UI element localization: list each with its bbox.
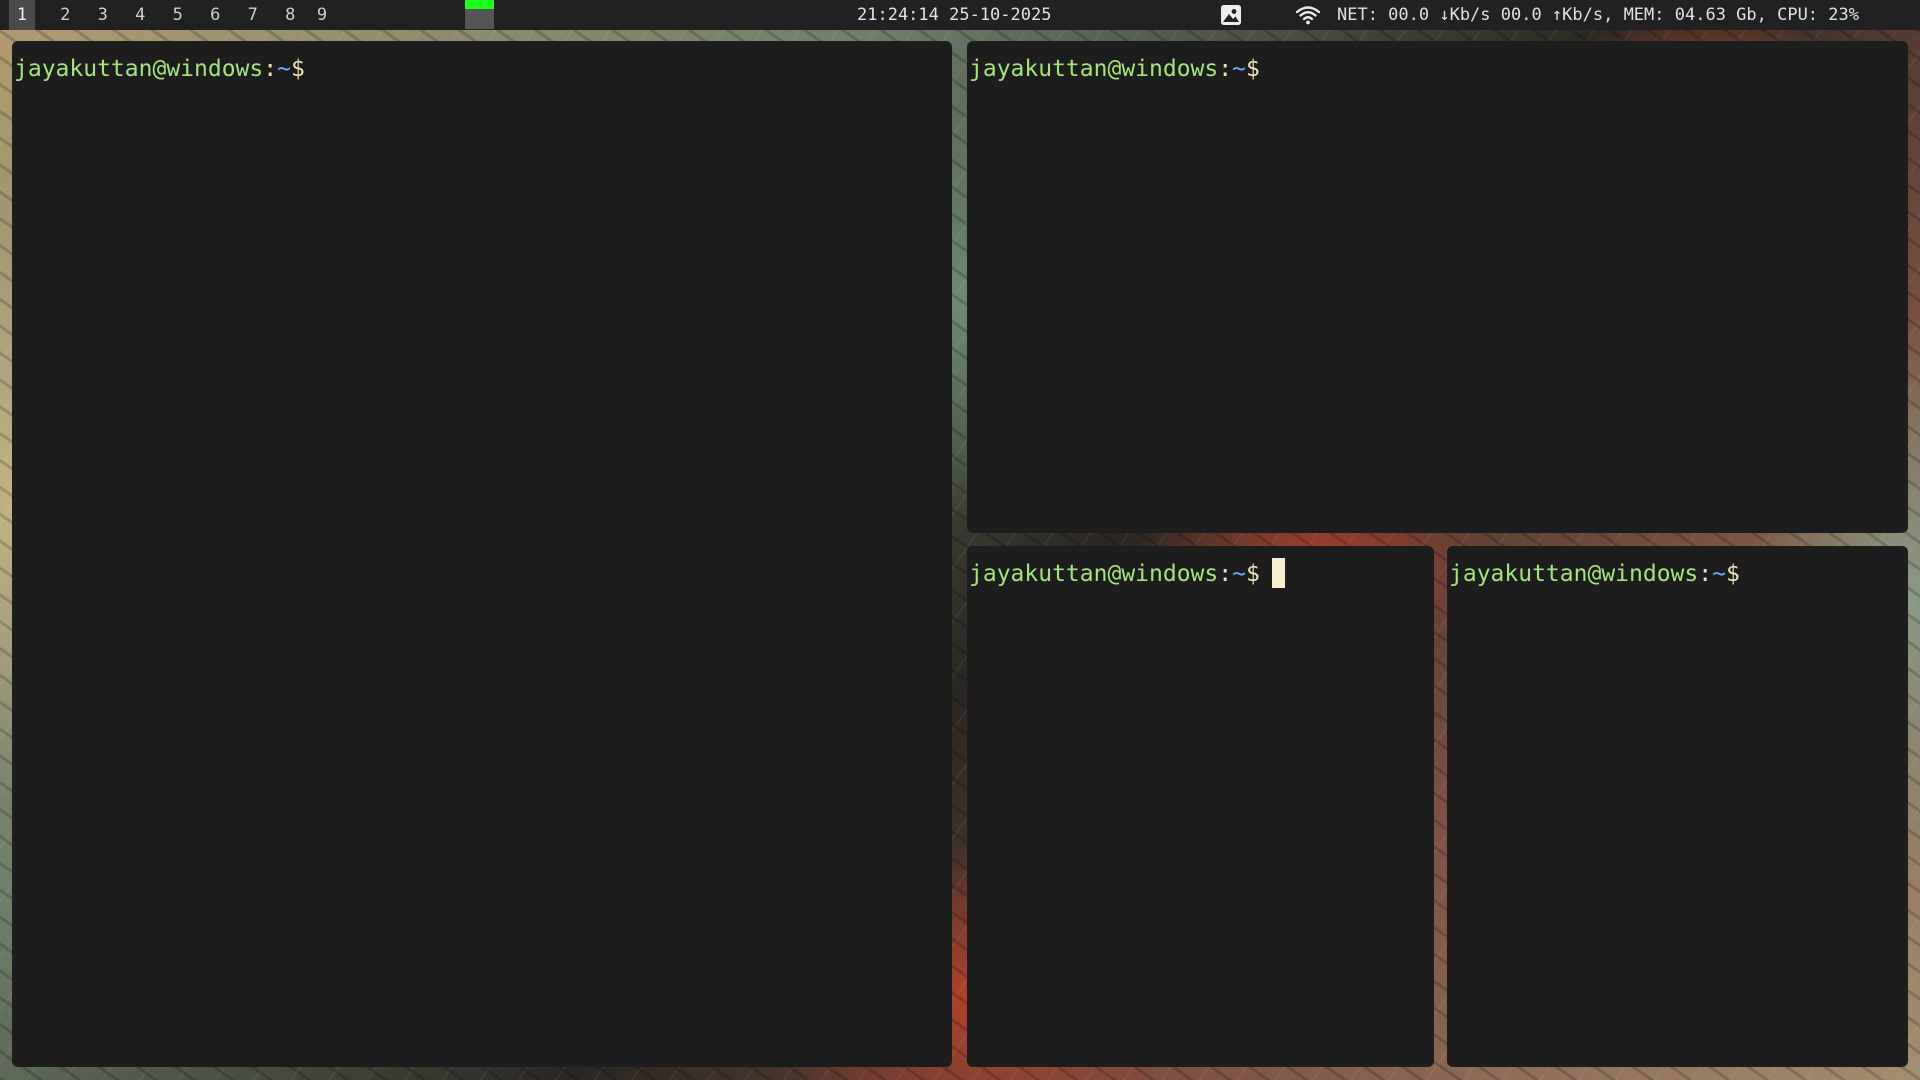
prompt-symbol: $ xyxy=(1245,56,1260,82)
terminal-window-bottom-middle[interactable]: jayakuttan@windows:~$ xyxy=(967,546,1434,1067)
prompt-symbol: $ xyxy=(290,56,305,82)
prompt-user-host: jayakuttan@windows xyxy=(14,56,264,82)
workspace-5-button[interactable]: 5 xyxy=(159,0,197,30)
prompt-path: ~ xyxy=(1232,561,1246,587)
top-status-bar: 1 2 3 4 5 6 7 8 9 21:24:14 25-10-2025 NE… xyxy=(0,0,1920,30)
prompt-path: ~ xyxy=(1232,56,1246,82)
workspace-9-button[interactable]: 9 xyxy=(309,0,335,30)
terminal-prompt: jayakuttan@windows:~$ xyxy=(969,558,1285,590)
workspace-7-button[interactable]: 7 xyxy=(234,0,272,30)
terminal-prompt: jayakuttan@windows:~$ xyxy=(969,53,1260,85)
prompt-path: ~ xyxy=(277,56,291,82)
prompt-path: ~ xyxy=(1712,561,1726,587)
workspace-1-button[interactable]: 1 xyxy=(9,0,35,30)
prompt-symbol: $ xyxy=(1245,561,1260,587)
layout-indicator-mark xyxy=(465,0,494,9)
workspace-4-button[interactable]: 4 xyxy=(122,0,160,30)
prompt-user-host: jayakuttan@windows xyxy=(1449,561,1699,587)
terminal-window-left[interactable]: jayakuttan@windows:~$ xyxy=(12,41,952,1067)
image-icon[interactable] xyxy=(1221,5,1241,25)
prompt-separator: : xyxy=(263,56,278,82)
layout-indicator[interactable] xyxy=(465,0,494,29)
workspace-3-button[interactable]: 3 xyxy=(84,0,122,30)
terminal-prompt: jayakuttan@windows:~$ xyxy=(14,53,305,85)
workspace-2-button[interactable]: 2 xyxy=(47,0,85,30)
terminal-window-bottom-right[interactable]: jayakuttan@windows:~$ xyxy=(1447,546,1908,1067)
text-cursor xyxy=(1271,558,1285,588)
prompt-separator: : xyxy=(1698,561,1713,587)
prompt-separator: : xyxy=(1218,561,1233,587)
prompt-user-host: jayakuttan@windows xyxy=(969,561,1219,587)
terminal-prompt: jayakuttan@windows:~$ xyxy=(1449,558,1740,590)
prompt-user-host: jayakuttan@windows xyxy=(969,56,1219,82)
workspace-6-button[interactable]: 6 xyxy=(197,0,235,30)
wifi-icon[interactable] xyxy=(1295,5,1321,25)
terminal-window-top-right[interactable]: jayakuttan@windows:~$ xyxy=(967,41,1908,533)
prompt-symbol: $ xyxy=(1725,561,1740,587)
workspace-switcher: 1 2 3 4 5 6 7 8 9 xyxy=(9,0,335,30)
system-status: NET: 00.0 ↓Kb/s 00.0 ↑Kb/s, MEM: 04.63 G… xyxy=(1337,5,1859,25)
prompt-separator: : xyxy=(1218,56,1233,82)
clock: 21:24:14 25-10-2025 xyxy=(857,5,1052,25)
workspace-8-button[interactable]: 8 xyxy=(272,0,310,30)
